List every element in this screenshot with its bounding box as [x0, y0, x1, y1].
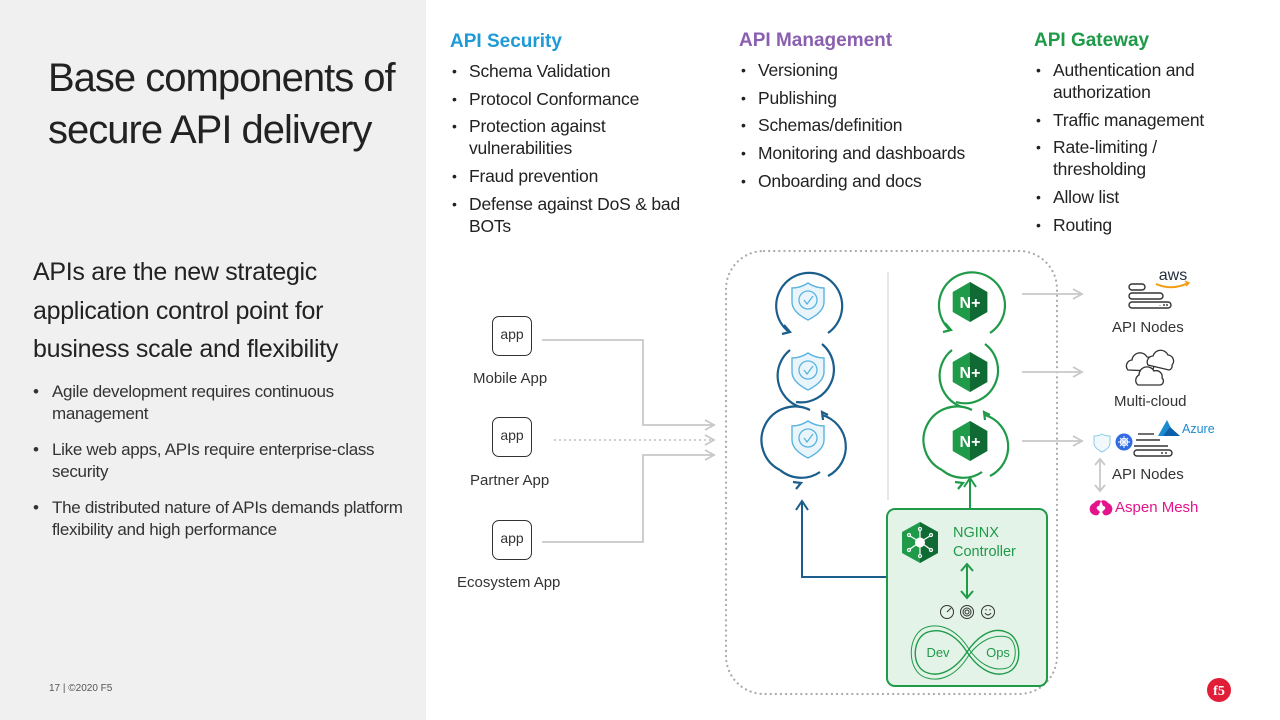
controller-label-line: NGINX	[953, 525, 999, 541]
partner-app-label: Partner App	[470, 472, 550, 489]
ecosystem-app-icon: app	[492, 520, 532, 560]
api-nodes-aws-label: API Nodes	[1112, 319, 1184, 336]
azure-label: Azure	[1182, 422, 1215, 436]
multi-cloud-label: Multi-cloud	[1114, 393, 1187, 410]
svg-text:f5: f5	[1213, 684, 1225, 699]
nginx-controller-icon	[902, 522, 938, 563]
devops-dev-label: Dev	[926, 645, 950, 660]
aspen-mesh-label: Aspen Mesh	[1115, 499, 1199, 516]
partner-app-icon: app	[492, 417, 532, 457]
nginx-controller-label: NGINX Controller	[953, 524, 1016, 561]
controller-label-line: Controller	[953, 543, 1016, 560]
smiley-icon	[981, 605, 995, 619]
mobile-app-icon: app	[492, 316, 532, 356]
api-nodes-azure-label: API Nodes	[1112, 466, 1184, 483]
gauge-icon	[940, 605, 954, 619]
ecosystem-app-label: Ecosystem App	[457, 574, 561, 591]
controller-double-arrow	[960, 562, 974, 600]
settings-gear-icon	[960, 605, 974, 619]
f5-logo: f5	[1207, 678, 1231, 702]
devops-ops-label: Ops	[986, 645, 1010, 660]
controller-overlay: Dev Ops f5	[902, 522, 1231, 702]
mobile-app-label: Mobile App	[473, 370, 548, 387]
